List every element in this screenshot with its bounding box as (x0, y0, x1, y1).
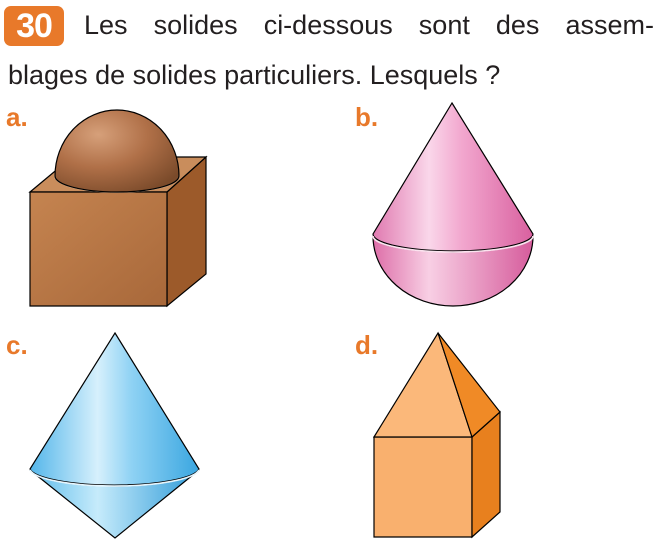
cone-on-hemisphere-icon (372, 101, 534, 307)
question-word: ci-dessous (263, 10, 393, 40)
question-word: Les (84, 10, 128, 40)
question-word: des (495, 10, 540, 40)
double-cone-icon (29, 331, 200, 539)
hemisphere-on-cube-icon (28, 109, 208, 308)
question-line-2: blages de solides particuliers. Lesquels… (8, 60, 501, 90)
question-word: sont (418, 10, 470, 40)
pyramid-on-prism-icon (372, 331, 501, 539)
question-word: solides (153, 10, 238, 40)
exercise-number-badge: 30 (4, 6, 64, 46)
question-word: assem- (565, 10, 654, 40)
question-line-1: Les solides ci-dessous sont des assem- (84, 10, 654, 41)
exercise-header: 30 Les solides ci-dessous sont des assem… (0, 0, 659, 100)
